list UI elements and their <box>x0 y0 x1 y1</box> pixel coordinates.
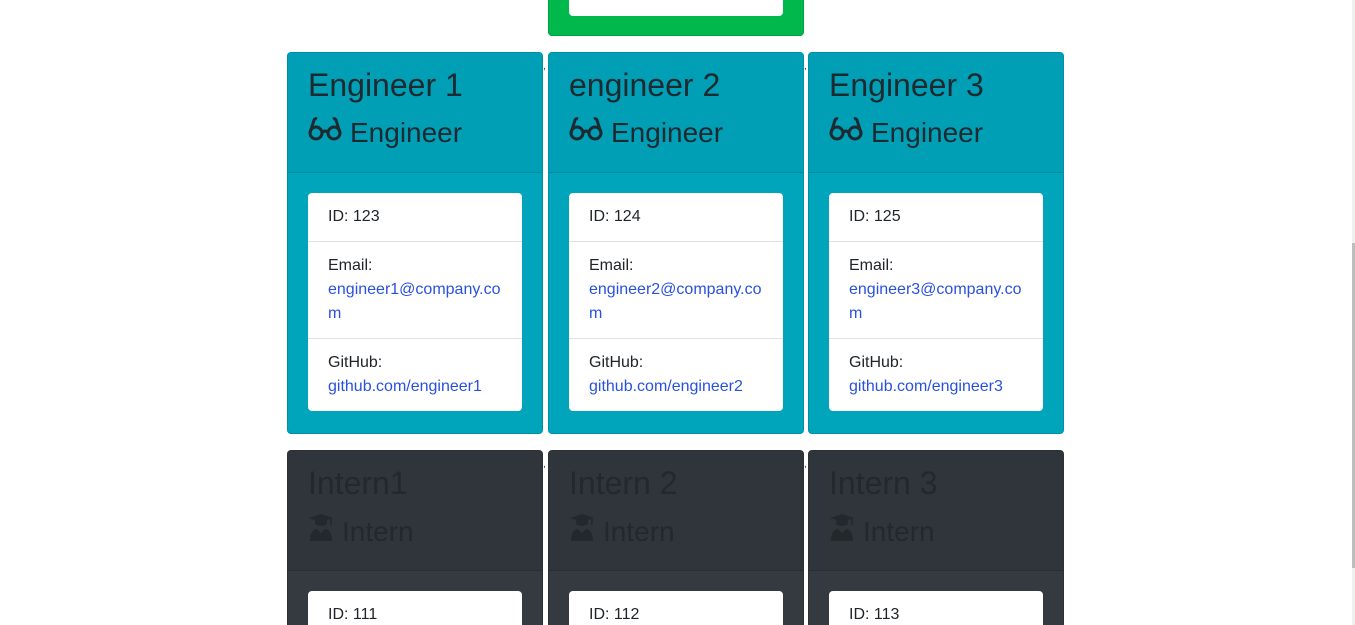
engineer-card: engineer 2 Engineer ID: 124 Email: engin… <box>548 52 804 434</box>
card-header: Engineer 1 Engineer <box>288 53 542 173</box>
info-list: ID: 125 Email: engineer3@company.com Git… <box>829 193 1043 411</box>
email-link[interactable]: engineer2@company.com <box>589 281 762 322</box>
email-link[interactable]: engineer3@company.com <box>849 281 1022 322</box>
id-item: ID: 111 <box>328 606 378 623</box>
card-body: ID: 125 Email: engineer3@company.com Git… <box>809 173 1063 411</box>
email-label: Email: <box>589 257 634 274</box>
card-header: Intern 2 Intern <box>549 451 803 571</box>
info-list: ID: 124 Email: engineer2@company.com Git… <box>569 193 783 411</box>
employee-role: Engineer <box>569 115 783 151</box>
employee-role: Engineer <box>308 115 522 151</box>
role-label: Engineer <box>611 117 724 148</box>
employee-role: Intern <box>569 513 783 550</box>
intern-card: Intern1 Intern ID: 111 <box>287 450 543 625</box>
card-body: ID: 112 <box>549 571 803 625</box>
github-label: GitHub: <box>849 354 904 371</box>
employee-name: Intern 3 <box>829 465 938 501</box>
info-list: ID: 113 <box>829 591 1043 625</box>
role-label: Engineer <box>871 117 984 148</box>
role-label: Intern <box>603 515 675 547</box>
employee-role: Engineer <box>829 115 1043 151</box>
card-header: Engineer 3 Engineer <box>809 53 1063 173</box>
glasses-icon <box>569 115 603 151</box>
separator-mark: , <box>804 61 807 72</box>
email-link[interactable]: engineer1@company.com <box>328 281 501 322</box>
graduate-icon <box>829 513 855 550</box>
separator-mark: , <box>804 459 807 470</box>
card-body: ID: 111 <box>288 571 542 625</box>
employee-role: Intern <box>308 513 522 550</box>
role-label: Engineer <box>350 117 463 148</box>
manager-card-details <box>569 0 783 16</box>
team-profile-page: Engineer 1 Engineer ID: 123 Email: engin… <box>0 0 1355 625</box>
id-item: ID: 113 <box>849 606 900 623</box>
manager-card <box>548 0 804 36</box>
employee-name: Intern1 <box>308 465 408 501</box>
github-item: GitHub: github.com/engineer1 <box>308 339 522 411</box>
email-label: Email: <box>849 257 894 274</box>
info-list: ID: 112 <box>569 591 783 625</box>
email-item: Email: engineer1@company.com <box>308 242 522 339</box>
github-item: GitHub: github.com/engineer2 <box>569 339 783 411</box>
role-label: Intern <box>342 515 414 547</box>
card-body: ID: 113 <box>809 571 1063 625</box>
github-item: GitHub: github.com/engineer3 <box>829 339 1043 411</box>
separator-mark: , <box>543 459 546 470</box>
employee-name: Engineer 3 <box>829 67 984 103</box>
email-label: Email: <box>328 257 373 274</box>
intern-card: Intern 3 Intern ID: 113 <box>808 450 1064 625</box>
graduate-icon <box>308 513 334 550</box>
card-body: ID: 124 Email: engineer2@company.com Git… <box>549 173 803 411</box>
role-label: Intern <box>863 515 935 547</box>
email-item: Email: engineer3@company.com <box>829 242 1043 339</box>
email-item: Email: engineer2@company.com <box>569 242 783 339</box>
glasses-icon <box>308 115 342 151</box>
graduate-icon <box>569 513 595 550</box>
id-item: ID: 125 <box>829 193 1043 242</box>
employee-name: engineer 2 <box>569 67 721 103</box>
card-body: ID: 123 Email: engineer1@company.com Git… <box>288 173 542 411</box>
id-item: ID: 124 <box>569 193 783 242</box>
employee-name: Intern 2 <box>569 465 678 501</box>
separator-mark: , <box>543 61 546 72</box>
info-list: ID: 111 <box>308 591 522 625</box>
info-list: ID: 123 Email: engineer1@company.com Git… <box>308 193 522 411</box>
github-link[interactable]: github.com/engineer2 <box>589 378 743 395</box>
card-header: Intern1 Intern <box>288 451 542 571</box>
engineer-card: Engineer 3 Engineer ID: 125 Email: engin… <box>808 52 1064 434</box>
github-label: GitHub: <box>328 354 383 371</box>
github-link[interactable]: github.com/engineer3 <box>849 378 1003 395</box>
engineer-card: Engineer 1 Engineer ID: 123 Email: engin… <box>287 52 543 434</box>
intern-card: Intern 2 Intern ID: 112 <box>548 450 804 625</box>
id-item: ID: 123 <box>308 193 522 242</box>
employee-name: Engineer 1 <box>308 67 463 103</box>
employee-role: Intern <box>829 513 1043 550</box>
github-label: GitHub: <box>589 354 644 371</box>
card-header: Intern 3 Intern <box>809 451 1063 571</box>
id-item: ID: 112 <box>589 606 640 623</box>
glasses-icon <box>829 115 863 151</box>
card-header: engineer 2 Engineer <box>549 53 803 173</box>
github-link[interactable]: github.com/engineer1 <box>328 378 482 395</box>
